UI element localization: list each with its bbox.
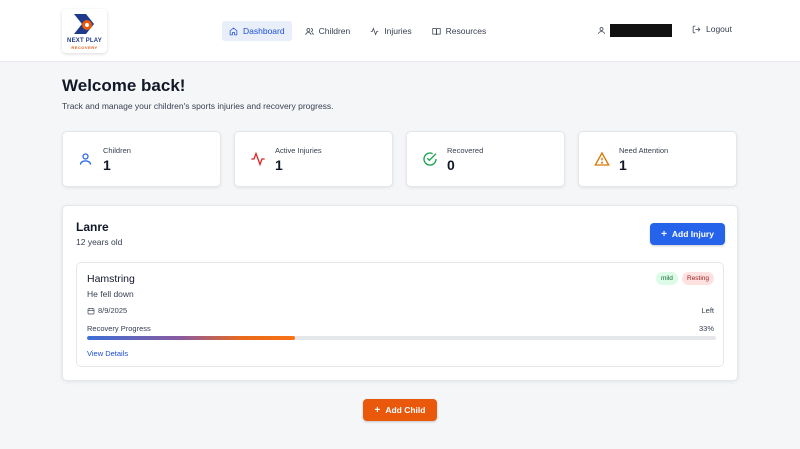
stat-value: 1: [275, 157, 283, 173]
nav-dashboard[interactable]: Dashboard: [222, 21, 292, 41]
logout-button[interactable]: Logout: [692, 24, 732, 34]
add-child-label: Add Child: [385, 405, 426, 415]
nav-resources[interactable]: Resources: [425, 21, 494, 41]
child-name: Lanre: [76, 220, 109, 234]
stat-value: 1: [103, 157, 111, 173]
stat-card-children: Children 1: [62, 131, 221, 187]
progress-track: [87, 336, 716, 340]
view-details-link[interactable]: View Details: [87, 349, 128, 358]
child-age: 12 years old: [76, 237, 123, 247]
user-icon: [79, 153, 92, 165]
add-injury-button[interactable]: + Add Injury: [650, 223, 725, 245]
stat-label: Need Attention: [619, 146, 669, 155]
nav-dashboard-label: Dashboard: [243, 26, 285, 36]
calendar-icon: [87, 307, 95, 314]
activity-icon: [251, 151, 265, 167]
progress-fill: [87, 336, 295, 340]
stat-card-recovered: Recovered 0: [406, 131, 565, 187]
stat-card-active-injuries: Active Injuries 1: [234, 131, 393, 187]
logout-icon: [692, 25, 701, 33]
brand-line2: RECOVERY: [71, 45, 98, 50]
nav-children[interactable]: Children: [298, 21, 358, 41]
add-injury-label: Add Injury: [671, 229, 714, 239]
severity-badge: mild: [656, 272, 678, 285]
user-menu[interactable]: [597, 24, 672, 37]
stat-label: Recovered: [447, 146, 484, 155]
injury-card: Hamstring He fell down mild Resting 8/9/…: [76, 262, 724, 367]
status-badge: Resting: [682, 272, 715, 285]
stat-card-need-attention: Need Attention 1: [578, 131, 737, 187]
stat-label: Children: [103, 146, 131, 155]
stat-value: 1: [619, 157, 627, 173]
page-subtitle: Track and manage your children's sports …: [62, 101, 334, 111]
check-circle-icon: [423, 152, 437, 166]
injury-date-text: 8/9/2025: [98, 306, 128, 315]
add-child-button[interactable]: + Add Child: [363, 399, 437, 421]
nav-injuries-label: Injuries: [384, 26, 412, 36]
injury-description: He fell down: [87, 289, 134, 299]
nav-resources-label: Resources: [445, 26, 487, 36]
brand-logo[interactable]: NEXT PLAY RECOVERY: [62, 9, 107, 53]
user-icon: [598, 27, 605, 34]
plus-icon: +: [661, 228, 667, 240]
progress-label: Recovery Progress: [87, 324, 151, 333]
book-icon: [432, 27, 441, 35]
child-card: Lanre 12 years old + Add Injury Hamstrin…: [62, 205, 738, 381]
nav-children-label: Children: [318, 26, 351, 36]
injury-side: Left: [701, 306, 714, 315]
logo-mark-icon: [74, 14, 94, 34]
plus-icon: +: [374, 404, 381, 416]
top-navbar: NEXT PLAY RECOVERY Dashboard Children In…: [0, 0, 800, 62]
stat-value: 0: [447, 157, 455, 173]
home-icon: [229, 27, 238, 35]
logout-label: Logout: [706, 24, 732, 34]
alert-triangle-icon: [594, 151, 610, 166]
nav-injuries[interactable]: Injuries: [363, 21, 418, 41]
stat-label: Active Injuries: [275, 146, 322, 155]
brand-line1: NEXT PLAY: [67, 38, 102, 44]
main-nav: Dashboard Children Injuries Resources: [222, 21, 499, 41]
activity-icon: [371, 26, 379, 36]
progress-percent: 33%: [698, 324, 714, 333]
injury-date: 8/9/2025: [87, 306, 127, 315]
user-name-redacted: [610, 24, 672, 37]
users-icon: [304, 27, 314, 35]
page-title: Welcome back!: [62, 76, 186, 95]
injury-name: Hamstring: [87, 273, 135, 285]
